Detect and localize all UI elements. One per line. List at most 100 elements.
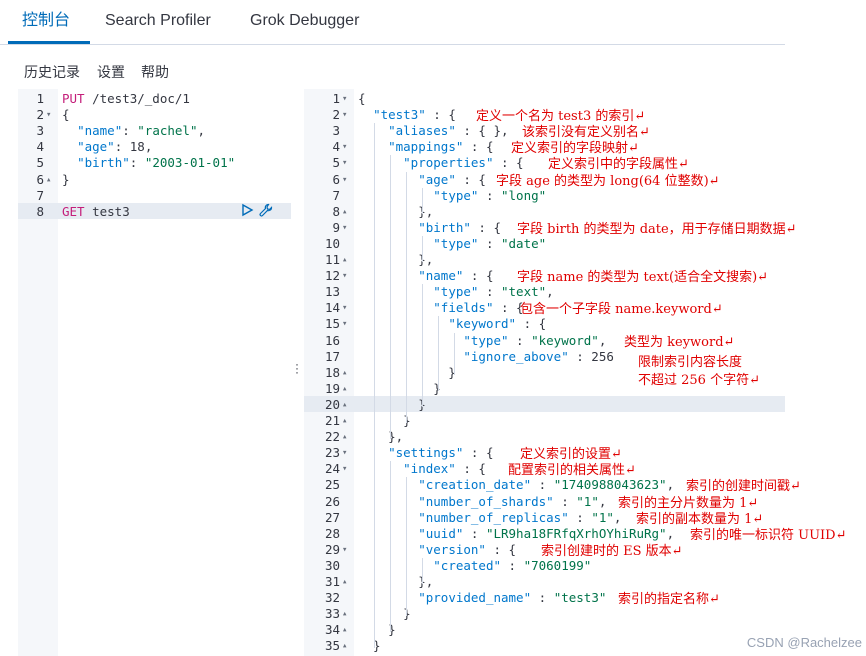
code-token: "1740988043623" [553,477,667,493]
code-line: 10 "type" : "date" [304,236,785,252]
fold-up-icon[interactable]: ▴ [342,204,347,220]
menu-history[interactable]: 历史记录 [24,62,80,82]
line-number: 7 [332,187,340,203]
indent-guide [422,284,423,407]
menu-settings[interactable]: 设置 [97,62,125,82]
code-line: 21 ▴ } [304,413,785,429]
code-line: 2 ▾ { [18,107,291,123]
fold-up-icon[interactable]: ▴ [46,172,51,188]
code-text: } [358,381,441,397]
code-token: : { [493,155,524,171]
code-text: { [358,91,366,107]
code-token: : [122,123,138,139]
fold-down-icon[interactable]: ▾ [342,300,347,316]
code-text: "fields" : { [358,300,523,316]
fold-down-icon[interactable]: ▾ [342,139,347,155]
fold-up-icon[interactable]: ▴ [342,397,347,413]
code-token: : [129,155,145,171]
code-token: "fields" [433,300,494,316]
code-token: "7060199" [523,557,592,573]
line-number: 1 [332,91,340,106]
code-text: GET test3 [62,204,130,220]
code-token: "birth" [77,155,130,171]
fold-up-icon[interactable]: ▴ [342,429,347,445]
code-token: "1" [591,509,614,525]
fold-down-icon[interactable]: ▾ [342,91,347,107]
annotation-note: 索引创建时的 ES 版本↵ [541,543,683,559]
fold-down-icon[interactable]: ▾ [342,268,347,284]
line-number: 29 [324,541,340,557]
code-token: } [358,380,441,396]
line-number: 7 [36,187,44,203]
line-number: 23 [324,445,340,461]
line-number: 34 [324,622,340,638]
code-token: "properties" [403,155,494,171]
code-token: 256 [591,348,614,364]
code-text: "ignore_above" : 256 [358,349,614,365]
code-token: "version" [418,541,486,557]
code-token: "uuid" [418,525,464,541]
fold-down-icon[interactable]: ▾ [342,445,347,461]
code-token: : [114,139,130,155]
code-text: "settings" : { [358,445,493,461]
code-token: "provided_name" [418,590,532,606]
fold-down-icon[interactable]: ▾ [342,542,347,558]
code-token: "type" [433,284,479,300]
line-number: 8 [36,203,44,219]
code-token: "age" [418,171,456,187]
code-token: "creation_date" [418,477,532,493]
fold-down-icon[interactable]: ▾ [342,172,347,188]
code-token: "keyword" [531,332,599,348]
code-line: 6 ▴} [18,172,291,188]
fold-up-icon[interactable]: ▴ [342,365,347,381]
tab-console[interactable]: 控制台 [22,0,70,42]
fold-up-icon[interactable]: ▴ [342,606,347,622]
fold-up-icon[interactable]: ▴ [342,252,347,268]
indent-guide [374,123,375,649]
code-text: "created" : "7060199" [358,558,591,574]
code-text: "number_of_shards" : "1", [358,494,606,510]
fold-down-icon[interactable]: ▾ [342,220,347,236]
line-number: 19 [324,380,340,396]
fold-up-icon[interactable]: ▴ [342,381,347,397]
fold-down-icon[interactable]: ▾ [342,316,347,332]
line-number: 6 [332,171,340,187]
code-token: GET [62,203,85,219]
code-text: "type" : "long" [358,188,546,204]
annotation-note: 配置索引的相关属性↵ [508,463,636,479]
code-token: }, [358,429,404,445]
resize-handle-icon[interactable]: · · · [295,358,299,378]
code-text: "name": "rachel", [62,123,205,139]
code-text: "keyword" : { [358,316,546,332]
code-token: : { }, [455,123,509,139]
tab-search-profiler[interactable]: Search Profiler [105,0,211,42]
fold-up-icon[interactable]: ▴ [342,413,347,429]
code-token: "name" [418,268,464,284]
fold-up-icon[interactable]: ▴ [342,622,347,638]
line-number: 11 [324,252,340,267]
fold-down-icon[interactable]: ▾ [342,155,347,171]
code-token: "long" [501,187,547,203]
indent-guide [422,187,423,214]
line-number: 30 [324,557,340,573]
code-token: , [197,123,206,139]
tab-grok-debugger[interactable]: Grok Debugger [250,0,359,42]
code-token: : [531,477,554,493]
request-editor[interactable]: 1 PUT /test3/_doc/1 2 ▾ {3 "name": "rachel",… [18,89,291,656]
menu-help[interactable]: 帮助 [141,62,169,82]
code-token: PUT [62,91,85,106]
code-token: : { [463,139,494,155]
fold-up-icon[interactable]: ▴ [342,638,347,654]
fold-down-icon[interactable]: ▾ [342,461,347,477]
indent-guide [390,155,391,440]
code-text: "version" : { [358,542,516,558]
fold-down-icon[interactable]: ▾ [46,107,51,123]
fold-up-icon[interactable]: ▴ [342,574,347,590]
code-token: "created" [433,557,501,573]
code-token: "mappings" [388,139,464,155]
fold-down-icon[interactable]: ▾ [342,107,347,123]
code-token: "test3" [553,590,607,606]
